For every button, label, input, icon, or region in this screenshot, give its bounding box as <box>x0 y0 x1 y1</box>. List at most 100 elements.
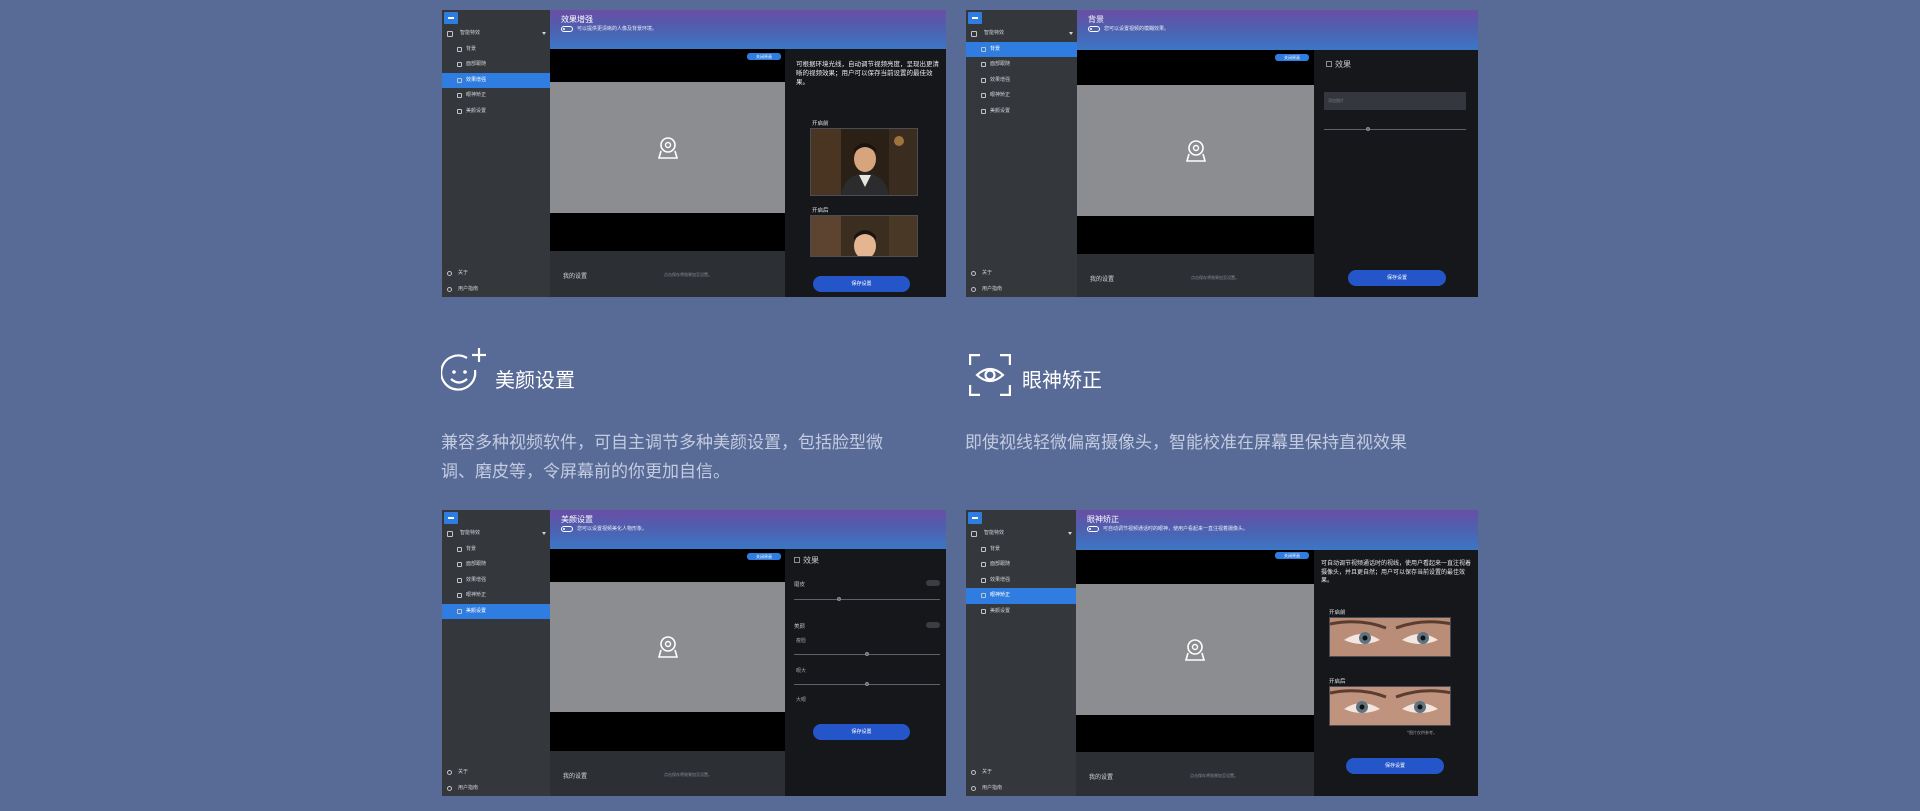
slider-knob[interactable] <box>865 682 869 686</box>
feature-toggle[interactable] <box>561 526 573 532</box>
effects-icon <box>971 531 977 537</box>
save-button[interactable]: 保存设置 <box>813 276 910 292</box>
sidebar-item-enhance[interactable]: 效果增强 <box>966 73 1077 89</box>
toggle-original-button[interactable]: 关闭原画 <box>747 553 781 560</box>
sidebar-item-beauty[interactable]: 美颜设置 <box>442 104 550 120</box>
sidebar-item-eye-correction[interactable]: 眼神矫正 <box>442 88 550 104</box>
sidebar-item-about[interactable]: 关于 <box>442 765 550 781</box>
sidebar-item-about[interactable]: 关于 <box>966 266 1077 282</box>
sidebar-item-guide[interactable]: 用户指南 <box>966 282 1077 298</box>
camera-placeholder <box>550 582 785 712</box>
background-icon <box>457 546 462 552</box>
sidebar-group-effects[interactable]: 智能特效 <box>966 526 1076 542</box>
save-button[interactable]: 保存设置 <box>1346 758 1444 774</box>
sidebar-group-effects[interactable]: 智能特效 <box>966 26 1077 42</box>
sidebar-item-beauty[interactable]: 美颜设置 <box>966 104 1077 120</box>
sidebar-item-guide[interactable]: 用户指南 <box>442 781 550 797</box>
video-preview: 关闭原画 <box>1077 50 1314 254</box>
sidebar-item-background[interactable]: 背景 <box>442 42 550 58</box>
save-button[interactable]: 保存设置 <box>813 724 910 740</box>
sidebar-item-guide[interactable]: 用户指南 <box>442 282 550 298</box>
sidebar-item-eye-correction[interactable]: 眼神矫正 <box>966 588 1076 604</box>
my-settings-label: 我的设置 <box>563 273 588 280</box>
sidebar-item-beauty[interactable]: 美颜设置 <box>966 604 1076 620</box>
sidebar-item-face-follow[interactable]: 面部跟随 <box>966 557 1076 573</box>
feature-description: 可自动调节视频通话时的视线，使用户看起来一直注视着摄像头，并且更自然；用户可以保… <box>1321 560 1472 584</box>
feature-desc-beauty: 兼容多种视频软件，可自主调节多种美颜设置，包括脸型微 调、磨皮等，令屏幕前的你更… <box>441 433 883 482</box>
sidebar-item-eye-correction[interactable]: 眼神矫正 <box>442 588 550 604</box>
feature-description: 可根据环境光线，自动调节视频亮度，呈现出更清晰的视频效果；用户可以保存当前设置的… <box>796 60 939 86</box>
slider-knob[interactable] <box>1366 127 1370 131</box>
feature-toggle[interactable] <box>1087 526 1099 532</box>
video-preview: 关闭原画 <box>550 49 785 251</box>
section-beauty: 美颜 <box>794 624 806 630</box>
sidebar-item-background[interactable]: 背景 <box>442 542 550 558</box>
skin-smooth-switch[interactable] <box>926 580 940 586</box>
toggle-original-button[interactable]: 关闭原画 <box>1275 54 1309 61</box>
enhance-icon <box>457 577 462 583</box>
sidebar: 智能特效 背景 面部跟随 效果增强 眼神矫正 美颜设置 关于 用户指南 <box>966 10 1077 297</box>
feature-desc-eye: 即使视线轻微偏离摄像头，智能校准在屏幕里保持直视效果 <box>965 433 1407 453</box>
sidebar-item-face-follow[interactable]: 面部跟随 <box>966 57 1077 73</box>
sidebar: 智能特效 背景 面部跟随 效果增强 眼神矫正 美颜设置 关于 用户指南 <box>966 510 1076 796</box>
effects-icon <box>447 31 453 37</box>
beauty-icon <box>981 608 986 614</box>
frame-icon <box>457 562 462 567</box>
app-logo-icon <box>444 12 458 24</box>
sidebar-item-background[interactable]: 背景 <box>966 41 1077 57</box>
app-logo-icon <box>444 512 458 524</box>
feature-toggle[interactable] <box>561 26 573 32</box>
big-eye-label: 大眼 <box>796 697 807 703</box>
app-logo-icon <box>968 12 982 24</box>
sidebar-item-beauty[interactable]: 美颜设置 <box>442 603 550 619</box>
sidebar-item-face-follow[interactable]: 面部跟随 <box>442 557 550 573</box>
effects-heading: 效果 <box>1326 59 1351 70</box>
chevron-down-icon <box>542 532 546 535</box>
sidebar-item-guide[interactable]: 用户指南 <box>966 781 1076 797</box>
feature-toggle[interactable] <box>1088 26 1100 32</box>
enhance-icon <box>981 577 986 583</box>
toggle-original-button[interactable]: 关闭原画 <box>747 53 781 60</box>
slim-face-slider[interactable] <box>794 652 940 656</box>
sidebar-group-effects[interactable]: 智能特效 <box>442 26 550 42</box>
smile-plus-icon <box>440 348 491 400</box>
my-settings-label: 我的设置 <box>563 773 588 780</box>
page-title: 眼神矫正 <box>1087 515 1119 524</box>
eye-size-slider[interactable] <box>794 682 940 686</box>
background-image-input[interactable]: 添加图片 <box>1324 92 1466 110</box>
slider-knob[interactable] <box>837 597 841 601</box>
my-settings-label: 我的设置 <box>1090 276 1115 283</box>
sidebar-item-about[interactable]: 关于 <box>442 266 550 282</box>
feature-title-eye: 眼神矫正 <box>1022 368 1102 392</box>
sidebar-item-background[interactable]: 背景 <box>966 542 1076 558</box>
skin-smooth-slider[interactable] <box>794 597 940 601</box>
book-icon <box>971 286 976 292</box>
page-subtitle: 可以提供更清晰的人像及背景环境。 <box>577 26 658 32</box>
slider-knob[interactable] <box>865 652 869 656</box>
save-button[interactable]: 保存设置 <box>1348 270 1446 286</box>
beauty-switch[interactable] <box>926 622 940 628</box>
eye-icon <box>457 593 462 598</box>
enhance-icon <box>457 77 462 83</box>
info-panel: 可自动调节视频通话时的视线，使用户看起来一直注视着摄像头，并且更自然；用户可以保… <box>1314 550 1478 796</box>
book-icon <box>447 785 452 791</box>
before-label: 开启前 <box>1329 610 1346 616</box>
frame-icon <box>981 62 986 67</box>
chevron-down-icon <box>1069 32 1073 35</box>
sidebar-item-enhance[interactable]: 效果增强 <box>442 573 550 589</box>
save-hint: 点击保存将效果加至设置。 <box>664 772 712 777</box>
toggle-original-button[interactable]: 关闭原画 <box>1275 552 1309 559</box>
eye-icon <box>981 93 986 98</box>
sidebar-item-enhance[interactable]: 效果增强 <box>966 573 1076 589</box>
after-photo <box>810 215 918 257</box>
section-skin-smooth: 磨皮 <box>794 582 806 588</box>
sidebar-item-enhance[interactable]: 效果增强 <box>442 72 550 88</box>
sidebar-item-eye-correction[interactable]: 眼神矫正 <box>966 88 1077 104</box>
screenshot-beauty: 智能特效 背景 面部跟随 效果增强 眼神矫正 美颜设置 关于 用户指南 美颜设置… <box>442 510 946 796</box>
background-icon <box>981 46 986 52</box>
sidebar-group-effects[interactable]: 智能特效 <box>442 526 550 542</box>
blur-slider[interactable] <box>1324 127 1466 131</box>
sidebar-item-face-follow[interactable]: 面部跟随 <box>442 57 550 73</box>
sidebar-item-about[interactable]: 关于 <box>966 765 1076 781</box>
page-title: 效果增强 <box>561 15 593 24</box>
